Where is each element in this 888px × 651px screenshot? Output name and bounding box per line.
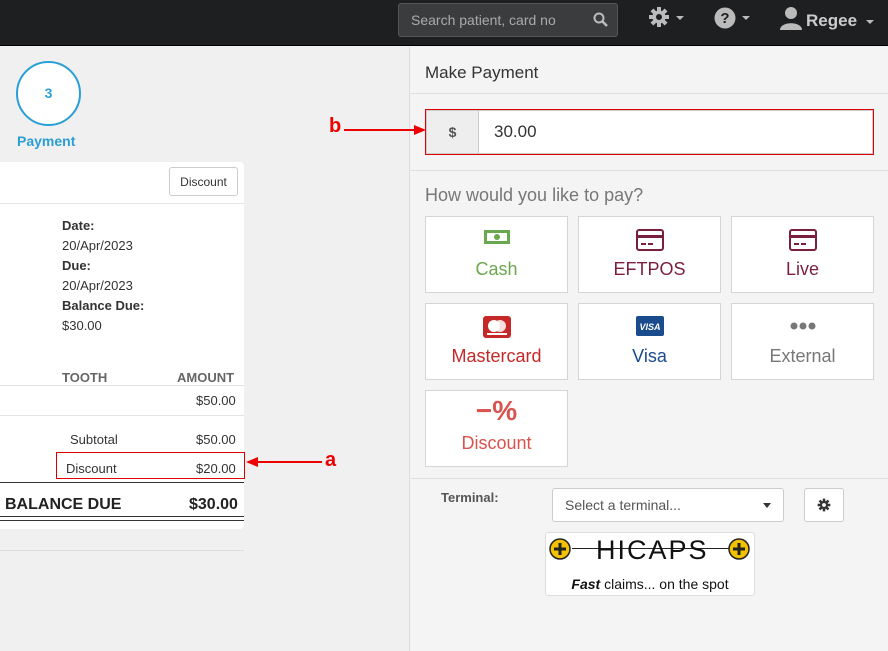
chevron-down-icon [676, 16, 684, 20]
search-input[interactable] [399, 4, 589, 36]
pay-method-discount[interactable]: −% Discount [425, 390, 568, 467]
plus-circle-icon [728, 538, 750, 565]
plus-circle-icon [549, 538, 571, 565]
pay-method-label: Cash [475, 259, 518, 279]
terminal-select[interactable]: Select a terminal... [552, 488, 784, 522]
divider [0, 520, 244, 521]
gear-icon[interactable] [648, 6, 670, 33]
step-label: Payment [17, 133, 76, 149]
more-dots-icon [790, 318, 816, 336]
svg-text:VISA: VISA [639, 322, 660, 332]
step-indicator: 3 [16, 61, 81, 126]
hicaps-tagline-bold: Fast [571, 576, 601, 592]
pay-method-cash[interactable]: Cash [425, 216, 568, 293]
divider [411, 170, 888, 171]
subtotal-value: $50.00 [196, 432, 236, 447]
divider [0, 203, 244, 204]
chevron-down-icon [742, 16, 750, 20]
balance-due-label: Balance Due: [62, 298, 145, 313]
terminal-settings-button[interactable] [804, 488, 844, 522]
hicaps-tagline-rest: claims... on the spot [600, 576, 729, 592]
payment-panel: Make Payment $ How would you like to pay… [411, 47, 888, 651]
visa-icon: VISA [635, 316, 664, 341]
panel-title: Make Payment [425, 63, 539, 82]
row-amount: $50.00 [196, 393, 236, 408]
chevron-down-icon [763, 503, 771, 508]
percent-icon: −% [475, 395, 518, 426]
date-value: 20/Apr/2023 [62, 238, 133, 253]
search-box[interactable] [398, 3, 618, 37]
divider [0, 550, 244, 551]
pay-method-label: Visa [632, 346, 667, 366]
divider [411, 93, 888, 94]
pay-method-label: Live [785, 259, 820, 279]
terminal-select-value: Select a terminal... [565, 497, 681, 513]
help-icon[interactable]: ? [714, 7, 736, 34]
chevron-down-icon [866, 20, 874, 24]
terminal-label: Terminal: [441, 490, 499, 505]
search-icon[interactable] [593, 12, 608, 32]
pay-method-mastercard[interactable]: Mastercard [425, 303, 568, 380]
due-value: 20/Apr/2023 [62, 278, 133, 293]
credit-card-icon [788, 229, 817, 256]
items-table: TOOTH AMOUNT $50.00 Subtotal $50.00 Disc… [0, 354, 245, 529]
discount-label: Discount [66, 461, 117, 476]
annotation-label-a: a [325, 449, 337, 471]
hicaps-logo[interactable]: HICAPS Fast claims... on the spot [545, 532, 755, 596]
balance-due-total: $30.00 [189, 496, 238, 513]
mastercard-icon [482, 316, 511, 343]
cash-icon [483, 229, 511, 250]
subtotal-label: Subtotal [70, 432, 118, 447]
hicaps-wordmark: HICAPS [596, 535, 709, 565]
pay-method-eftpos[interactable]: EFTPOS [578, 216, 721, 293]
top-navbar: ? Regee [0, 0, 888, 46]
date-label: Date: [62, 218, 95, 233]
user-icon[interactable] [780, 6, 802, 35]
pay-method-visa[interactable]: VISA Visa [578, 303, 721, 380]
divider [0, 415, 244, 416]
divider [411, 478, 888, 479]
discount-button[interactable]: Discount [169, 167, 238, 196]
annotation-arrow-a [246, 457, 322, 467]
invoice-dates: Date: 20/Apr/2023 Due: 20/Apr/2023 Balan… [62, 216, 144, 336]
annotation-arrow-b [344, 125, 426, 135]
payment-prompt: How would you like to pay? [425, 185, 644, 205]
pay-method-external[interactable]: External [731, 303, 874, 380]
user-name[interactable]: Regee [806, 11, 857, 31]
due-label: Due: [62, 258, 91, 273]
column-header-tooth: TOOTH [62, 370, 108, 385]
divider [0, 516, 244, 517]
divider [0, 385, 244, 386]
annotation-label-b: b [329, 115, 342, 137]
balance-due-label: BALANCE DUE [5, 496, 122, 513]
credit-card-icon [635, 229, 664, 256]
pay-method-label: EFTPOS [613, 259, 686, 279]
svg-text:?: ? [720, 10, 729, 27]
column-header-amount: AMOUNT [177, 370, 235, 385]
divider [0, 482, 244, 483]
annotation-box-b [425, 109, 874, 155]
pay-method-live[interactable]: Live [731, 216, 874, 293]
hicaps-tagline: Fast claims... on the spot [546, 576, 754, 592]
balance-due-value: $30.00 [62, 318, 102, 333]
pay-method-label: External [769, 346, 836, 366]
pay-method-label: Mastercard [451, 346, 542, 366]
pay-method-label: Discount [461, 433, 532, 453]
discount-value: $20.00 [196, 461, 236, 476]
gear-icon [817, 498, 831, 517]
